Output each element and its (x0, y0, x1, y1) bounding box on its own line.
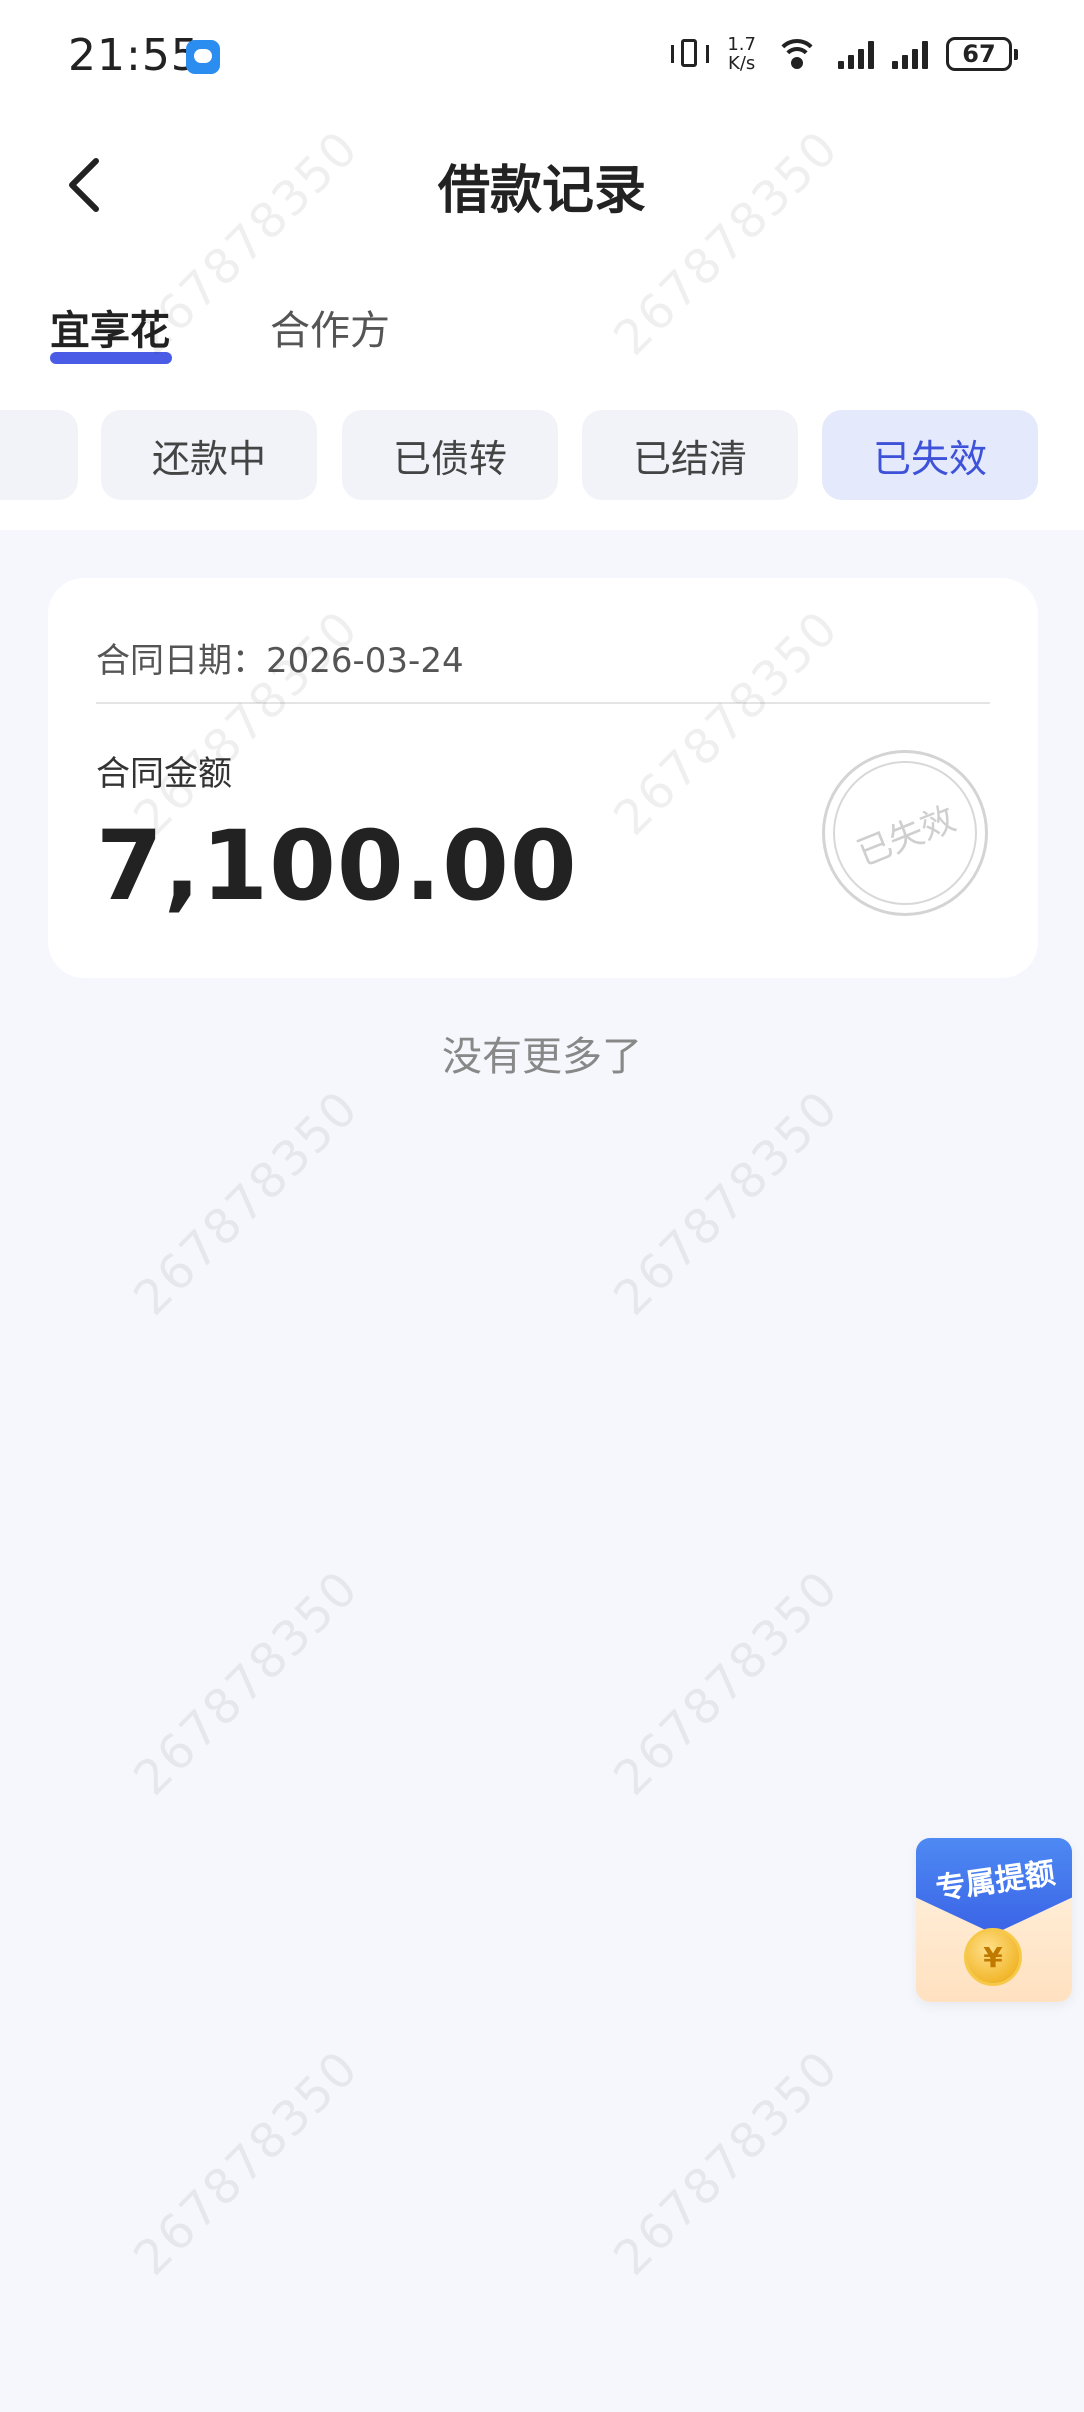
active-tab-indicator (50, 352, 172, 364)
signal-icon-2 (892, 39, 928, 69)
contract-date-value: 2026-03-24 (266, 641, 464, 681)
battery-level: 67 (962, 40, 996, 68)
filter-expired[interactable]: 已失效 (822, 410, 1038, 500)
watermark: 267878350 (603, 1559, 850, 1807)
contract-date-label: 合同日期： (96, 641, 266, 681)
tab-partner[interactable]: 合作方 (270, 298, 390, 356)
watermark: 267878350 (123, 2039, 370, 2287)
network-speed-value: 1.7 (727, 34, 756, 55)
watermark: 267878350 (123, 1079, 370, 1327)
battery-icon: 67 (946, 37, 1018, 71)
watermark: 267878350 (603, 1079, 850, 1327)
network-speed-unit: K/s (728, 53, 756, 74)
contract-amount-label: 合同金额 (96, 754, 232, 794)
loan-record-card[interactable]: 合同日期：2026-03-24 合同金额 7,100.00 已失效 (48, 578, 1038, 978)
vibrate-icon (671, 37, 710, 71)
tab-yixianghua[interactable]: 宜享花 (50, 298, 170, 356)
filter-debt-transferred[interactable]: 已债转 (342, 410, 558, 500)
message-notification-icon (186, 40, 220, 74)
expired-stamp: 已失效 (822, 750, 988, 916)
contract-amount-value: 7,100.00 (96, 810, 578, 922)
watermark: 267878350 (603, 2039, 850, 2287)
signal-icon (838, 39, 874, 69)
exclusive-limit-promo[interactable]: 专属提额 ¥ (916, 1838, 1072, 2002)
filter-settled[interactable]: 已结清 (582, 410, 798, 500)
wifi-icon (774, 37, 820, 71)
card-divider (96, 702, 990, 704)
watermark: 267878350 (123, 1559, 370, 1807)
status-icons: 1.7 K/s 67 (671, 32, 1018, 76)
network-speed: 1.7 K/s (727, 35, 756, 73)
stamp-text: 已失效 (851, 798, 962, 874)
no-more-text: 没有更多了 (442, 1034, 642, 1080)
page-title: 借款记录 (437, 161, 646, 221)
status-time: 21:55 (68, 30, 200, 81)
filter-chip-offscreen[interactable] (0, 410, 78, 500)
filter-repaying[interactable]: 还款中 (101, 410, 317, 500)
contract-date: 合同日期：2026-03-24 (96, 633, 464, 682)
coin-icon: ¥ (964, 1928, 1022, 1986)
